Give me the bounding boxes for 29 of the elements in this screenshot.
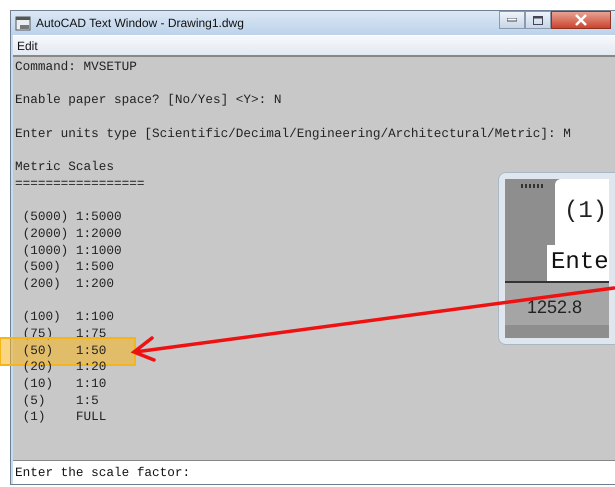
console-line: (2000) 1:2000: [22, 226, 122, 241]
console-line: Command: MVSETUP: [15, 59, 137, 74]
console-line: (50) 1:50: [22, 342, 106, 358]
console-line: Metric Scales: [15, 159, 114, 174]
console-line: (500) 1:500: [22, 259, 114, 274]
console-line: (10) 1:10: [22, 376, 106, 392]
inset-text: (1): [564, 197, 608, 227]
inset-coordinates: 1252.8: [527, 296, 582, 319]
maximize-button[interactable]: [525, 11, 551, 29]
command-line-field[interactable]: Enter the scale factor:: [13, 460, 615, 484]
window-title: AutoCAD Text Window - Drawing1.dwg: [36, 15, 244, 32]
minimize-button[interactable]: [499, 11, 525, 29]
console-line: =================: [15, 176, 144, 191]
console-line: (5) 1:5: [22, 392, 99, 408]
maximize-icon: [533, 16, 543, 24]
console-line: (1) FULL: [22, 409, 106, 424]
console-line: Enable paper space? [No/Yes] <Y>: N: [15, 92, 282, 108]
console-line: Enter units type [Scientific/Decimal/Engineering/Architectural/Metric]: M: [15, 126, 571, 141]
console-line: (200) 1:200: [22, 276, 114, 291]
close-button[interactable]: [551, 11, 611, 29]
menu-item[interactable]: Edit: [17, 36, 38, 54]
inset-text: Ente: [551, 248, 609, 278]
console-line: (100) 1:100: [22, 309, 114, 324]
console-line: (5000) 1:5000: [22, 209, 122, 224]
grip-icon: [521, 184, 545, 188]
window-icon: [15, 16, 31, 30]
minimize-icon: [507, 18, 517, 22]
console-line: (1000) 1:1000: [22, 242, 122, 258]
close-icon: [574, 14, 588, 26]
